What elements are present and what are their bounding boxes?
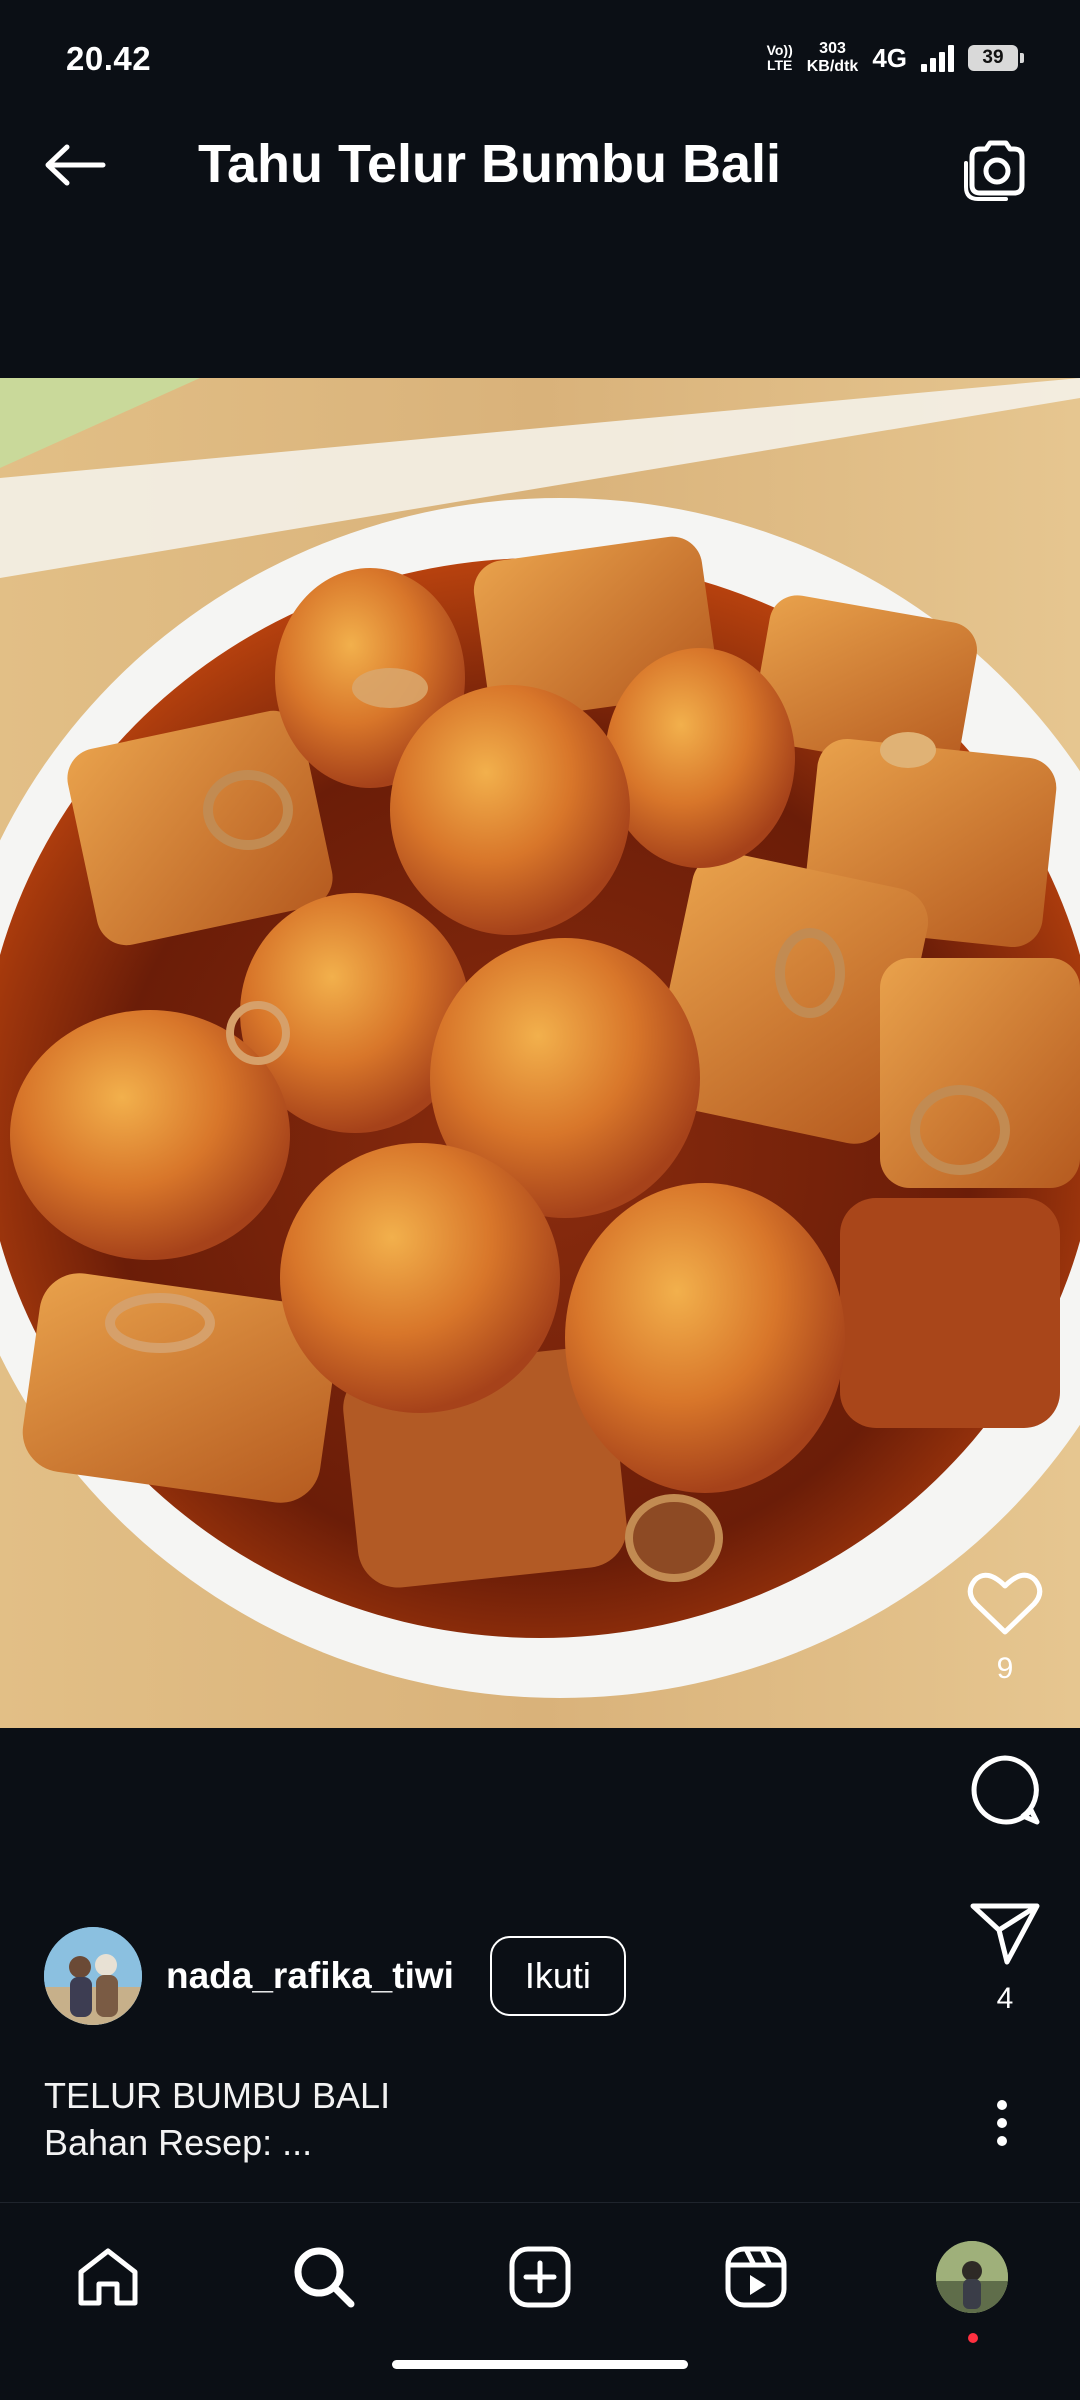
avatar-photo bbox=[44, 1927, 142, 2025]
shares-count: 4 bbox=[996, 1982, 1014, 2015]
profile-avatar bbox=[936, 2241, 1008, 2313]
back-button[interactable] bbox=[40, 130, 110, 200]
app-bar: Tahu Telur Bumbu Bali bbox=[0, 95, 1080, 245]
home-icon bbox=[78, 2248, 138, 2306]
follow-button[interactable]: Ikuti bbox=[489, 1936, 626, 2016]
bottom-nav bbox=[0, 2202, 1080, 2400]
status-bar: 20.42 Vo)) LTE 303 KB/dtk 4G 39 bbox=[0, 0, 1080, 95]
network-speed: 303 KB/dtk bbox=[807, 40, 859, 76]
speed-value: 303 bbox=[819, 40, 846, 57]
share-button[interactable]: 4 bbox=[930, 1900, 1080, 2016]
heart-icon bbox=[967, 1572, 1043, 1635]
nav-create[interactable] bbox=[500, 2237, 580, 2317]
author-username[interactable]: nada_rafika_tiwi bbox=[166, 1955, 454, 1997]
network-type: 4G bbox=[872, 42, 907, 73]
comment-button[interactable] bbox=[930, 1752, 1080, 1828]
nav-home[interactable] bbox=[68, 2237, 148, 2317]
post-image[interactable] bbox=[0, 378, 1080, 1728]
battery-icon: 39 bbox=[968, 45, 1024, 71]
post-caption[interactable]: TELUR BUMBU BALI Bahan Resep: ... bbox=[44, 2072, 390, 2166]
status-time: 20.42 bbox=[66, 40, 152, 77]
avatar[interactable] bbox=[44, 1927, 142, 2025]
author-row: nada_rafika_tiwi Ikuti bbox=[44, 1926, 626, 2026]
home-indicator[interactable] bbox=[392, 2360, 688, 2369]
nav-reels[interactable] bbox=[716, 2237, 796, 2317]
status-icons: Vo)) LTE 303 KB/dtk 4G 39 bbox=[767, 40, 1024, 76]
plus-square-icon bbox=[509, 2246, 571, 2308]
camera-icon bbox=[964, 140, 1025, 201]
page-title: Tahu Telur Bumbu Bali bbox=[198, 134, 782, 194]
speed-unit: KB/dtk bbox=[806, 58, 859, 75]
search-icon bbox=[294, 2247, 355, 2308]
reels-icon bbox=[725, 2246, 787, 2308]
camera-button[interactable] bbox=[962, 137, 1028, 203]
notification-dot bbox=[968, 2333, 978, 2343]
arrow-left-icon bbox=[45, 144, 106, 186]
nav-search[interactable] bbox=[284, 2237, 364, 2317]
caption-line-2: Bahan Resep: ... bbox=[44, 2122, 313, 2163]
more-vertical-icon bbox=[997, 2100, 1007, 2146]
likes-count: 9 bbox=[996, 1652, 1014, 1685]
caption-line-1: TELUR BUMBU BALI bbox=[44, 2075, 391, 2116]
signal-icon bbox=[921, 44, 954, 72]
volte-bottom: LTE bbox=[766, 57, 793, 73]
battery-level: 39 bbox=[982, 47, 1004, 68]
volte-top: Vo)) bbox=[766, 42, 793, 58]
volte-indicator: Vo)) LTE bbox=[767, 43, 793, 73]
more-options-button[interactable] bbox=[972, 2088, 1032, 2158]
comment-icon bbox=[971, 1755, 1040, 1825]
food-photo bbox=[0, 378, 1080, 1728]
send-icon bbox=[970, 1903, 1040, 1965]
like-button[interactable]: 9 bbox=[930, 1570, 1080, 1686]
profile-photo bbox=[936, 2241, 1008, 2313]
nav-profile[interactable] bbox=[932, 2237, 1012, 2343]
